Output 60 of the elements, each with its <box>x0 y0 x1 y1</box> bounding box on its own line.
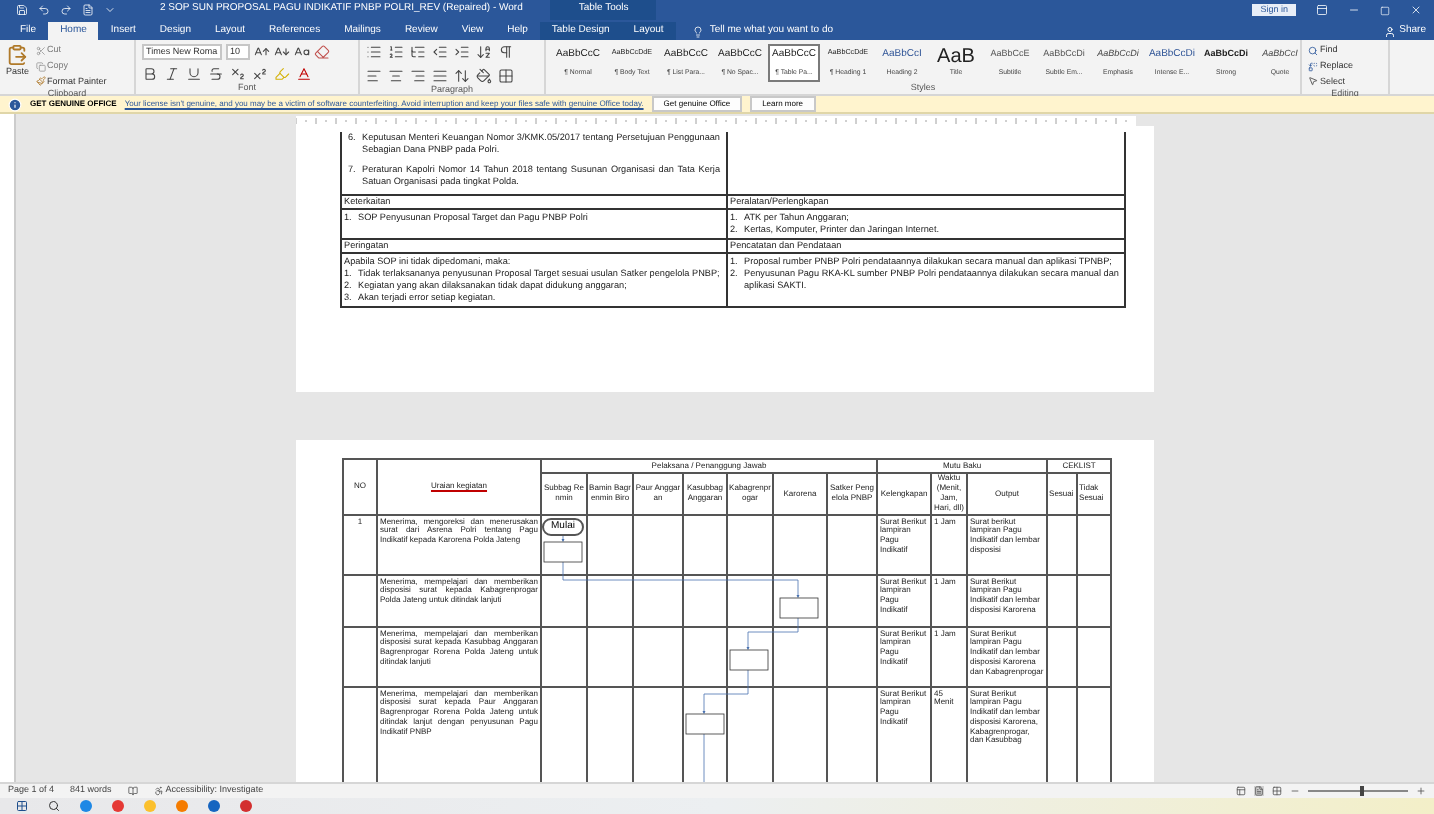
ribbon-display-icon[interactable] <box>1316 4 1328 16</box>
italic-icon[interactable] <box>164 66 180 82</box>
undo-icon[interactable] <box>38 4 50 16</box>
document-icon[interactable] <box>82 4 94 16</box>
clipboard-icon <box>6 44 29 66</box>
underline-icon[interactable] <box>186 66 202 82</box>
app-icon[interactable] <box>80 800 92 812</box>
align-center-icon[interactable] <box>388 68 404 84</box>
read-mode-icon[interactable] <box>1236 786 1246 796</box>
app-icon[interactable] <box>112 800 124 812</box>
clear-format-icon[interactable] <box>314 44 330 60</box>
app-icon[interactable] <box>240 800 252 812</box>
process-box <box>685 713 725 735</box>
font-color-icon[interactable] <box>296 66 312 82</box>
strikethrough-icon[interactable] <box>208 66 224 82</box>
shrink-font-icon[interactable] <box>274 44 290 60</box>
paintbrush-icon <box>35 76 46 87</box>
align-left-icon[interactable] <box>366 68 382 84</box>
proofing-icon[interactable] <box>127 786 138 796</box>
increase-indent-icon[interactable] <box>454 44 470 60</box>
redo-icon[interactable] <box>60 4 72 16</box>
connector-arrow <box>561 533 565 542</box>
maximize-icon[interactable] <box>1380 5 1390 15</box>
numbering-icon[interactable] <box>388 44 404 60</box>
connector-line <box>703 733 705 782</box>
bullets-icon[interactable] <box>366 44 382 60</box>
minimize-icon[interactable] <box>1348 4 1360 16</box>
multilevel-list-icon[interactable] <box>410 44 426 60</box>
shading-icon[interactable] <box>476 68 492 84</box>
app-icon[interactable] <box>208 800 220 812</box>
replace-icon <box>1308 61 1318 72</box>
search-icon[interactable] <box>48 800 60 812</box>
web-layout-icon[interactable] <box>1272 786 1282 796</box>
bold-icon[interactable] <box>142 66 158 82</box>
sort-icon[interactable] <box>476 44 492 60</box>
search-icon <box>1308 45 1318 56</box>
process-box <box>729 649 769 671</box>
zoom-in-icon[interactable] <box>1416 786 1426 796</box>
process-box <box>779 597 819 619</box>
chevron-down-icon[interactable] <box>104 4 116 16</box>
grow-font-icon[interactable] <box>254 44 270 60</box>
align-right-icon[interactable] <box>410 68 426 84</box>
save-icon[interactable] <box>16 4 28 16</box>
decrease-indent-icon[interactable] <box>432 44 448 60</box>
change-case-icon[interactable] <box>294 44 310 60</box>
subscript-icon[interactable] <box>230 66 246 82</box>
superscript-icon[interactable] <box>252 66 268 82</box>
scissors-icon <box>35 45 46 56</box>
line-spacing-icon[interactable] <box>454 68 470 84</box>
copy-icon <box>35 61 46 72</box>
close-icon[interactable] <box>1410 4 1422 16</box>
zoom-slider-thumb[interactable] <box>1360 786 1365 796</box>
accessibility-icon <box>153 786 164 796</box>
process-box <box>543 541 583 563</box>
pointer-icon <box>1308 76 1318 87</box>
pilcrow-icon[interactable] <box>498 44 514 60</box>
start-icon[interactable] <box>16 800 28 812</box>
justify-icon[interactable] <box>432 68 448 84</box>
borders-icon[interactable] <box>498 68 514 84</box>
print-layout-icon[interactable] <box>1254 786 1264 796</box>
